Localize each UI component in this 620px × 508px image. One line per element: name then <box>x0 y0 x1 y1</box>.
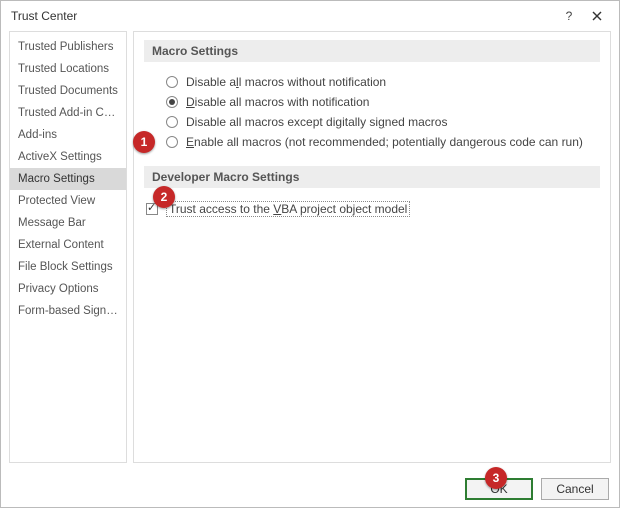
radio-disable-except-signed[interactable]: Disable all macros except digitally sign… <box>166 112 600 132</box>
category-sidebar: Trusted Publishers Trusted Locations Tru… <box>9 31 127 463</box>
sidebar-item-trusted-locations[interactable]: Trusted Locations <box>10 58 126 80</box>
trust-center-dialog: Trust Center ? Trusted Publishers Truste… <box>0 0 620 508</box>
sidebar-item-form-based-sign-in[interactable]: Form-based Sign-in <box>10 300 126 322</box>
checkbox-label: Trust access to the VBA project object m… <box>166 201 410 217</box>
radio-disable-without-notification[interactable]: Disable all macros without notification <box>166 72 600 92</box>
sidebar-item-trusted-publishers[interactable]: Trusted Publishers <box>10 36 126 58</box>
developer-macro-settings-group: Trust access to the VBA project object m… <box>144 198 600 220</box>
sidebar-item-macro-settings[interactable]: Macro Settings <box>10 168 126 190</box>
radio-label: Enable all macros (not recommended; pote… <box>186 135 583 149</box>
sidebar-item-privacy-options[interactable]: Privacy Options <box>10 278 126 300</box>
radio-label: Disable all macros except digitally sign… <box>186 115 447 129</box>
close-icon <box>592 11 602 21</box>
ok-button[interactable]: OK <box>465 478 533 500</box>
checkbox-icon <box>146 203 158 215</box>
radio-icon <box>166 76 178 88</box>
title-bar: Trust Center ? <box>1 1 619 31</box>
developer-macro-settings-header: Developer Macro Settings <box>144 166 600 188</box>
sidebar-item-file-block-settings[interactable]: File Block Settings <box>10 256 126 278</box>
dialog-body: Trusted Publishers Trusted Locations Tru… <box>1 31 619 471</box>
sidebar-item-message-bar[interactable]: Message Bar <box>10 212 126 234</box>
macro-settings-header: Macro Settings <box>144 40 600 62</box>
radio-icon <box>166 136 178 148</box>
radio-label: Disable all macros without notification <box>186 75 386 89</box>
close-button[interactable] <box>583 1 611 31</box>
radio-icon <box>166 96 178 108</box>
settings-panel: Macro Settings Disable all macros withou… <box>133 31 611 463</box>
radio-disable-with-notification[interactable]: Disable all macros with notification <box>166 92 600 112</box>
sidebar-item-activex-settings[interactable]: ActiveX Settings <box>10 146 126 168</box>
window-title: Trust Center <box>11 9 555 23</box>
radio-label: Disable all macros with notification <box>186 95 369 109</box>
sidebar-item-add-ins[interactable]: Add-ins <box>10 124 126 146</box>
sidebar-item-protected-view[interactable]: Protected View <box>10 190 126 212</box>
dialog-footer: OK Cancel <box>1 471 619 507</box>
help-button[interactable]: ? <box>555 1 583 31</box>
sidebar-item-external-content[interactable]: External Content <box>10 234 126 256</box>
macro-settings-radio-group: Disable all macros without notification … <box>166 72 600 152</box>
checkbox-trust-vba-access[interactable]: Trust access to the VBA project object m… <box>146 198 600 220</box>
radio-icon <box>166 116 178 128</box>
sidebar-item-trusted-documents[interactable]: Trusted Documents <box>10 80 126 102</box>
radio-enable-all-macros[interactable]: Enable all macros (not recommended; pote… <box>166 132 600 152</box>
sidebar-item-trusted-addin-catalogs[interactable]: Trusted Add-in Catalogs <box>10 102 126 124</box>
cancel-button[interactable]: Cancel <box>541 478 609 500</box>
